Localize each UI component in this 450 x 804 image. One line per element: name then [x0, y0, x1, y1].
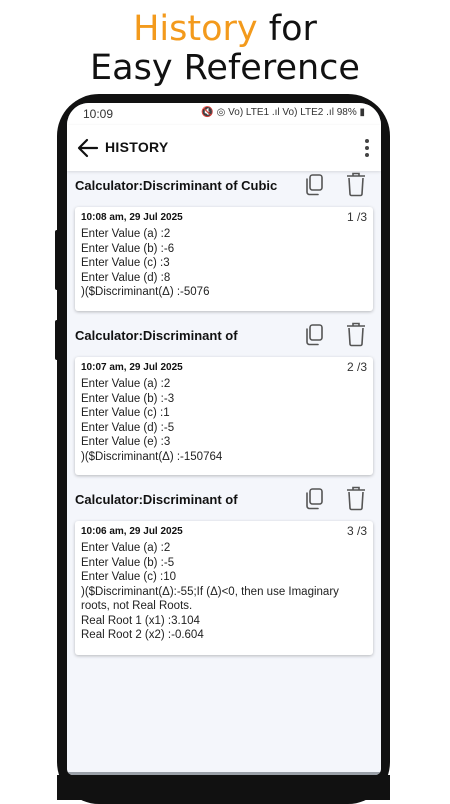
- entry-index: 1 /3: [346, 210, 367, 224]
- history-card[interactable]: 10:06 am, 29 Jul 2025 3 /3 Enter Value (…: [75, 521, 373, 655]
- entry-line: )($Discriminant(Δ):-55;If (Δ)<0, then us…: [81, 585, 343, 613]
- entry-timestamp: 10:07 am, 29 Jul 2025: [81, 362, 183, 373]
- entry-line: Enter Value (c) :3: [81, 257, 170, 269]
- entry-line: Enter Value (a) :2: [81, 228, 171, 240]
- promo-heading: History for Easy Reference: [0, 10, 450, 88]
- copy-icon[interactable]: [303, 323, 325, 347]
- copy-icon[interactable]: [303, 487, 325, 511]
- entry-line: Enter Value (d) :-5: [81, 421, 175, 434]
- entry-line: Enter Value (a) :2: [81, 378, 171, 390]
- entry-lines: Enter Value (a) :2 Enter Value (b) :-3 E…: [81, 377, 367, 464]
- entry-lines: Enter Value (a) :2 Enter Value (b) :-5 E…: [81, 541, 367, 643]
- status-icons: 🔇 ◎ Vo) LTE1 .ıl Vo) LTE2 .ıl 98% ▮: [201, 107, 365, 118]
- history-entry-header: Calculator:Discriminant of: [67, 481, 381, 521]
- entry-line: Enter Value (c) :1: [81, 407, 170, 419]
- entry-timestamp: 10:06 am, 29 Jul 2025: [81, 526, 183, 537]
- status-bar: 10:09 🔇 ◎ Vo) LTE1 .ıl Vo) LTE2 .ıl 98% …: [67, 103, 381, 125]
- history-card[interactable]: 10:08 am, 29 Jul 2025 1 /3 Enter Value (…: [75, 207, 373, 311]
- entry-line: Real Root 2 (x2) :-0.604: [81, 629, 204, 641]
- entry-line: Enter Value (b) :-3: [81, 392, 175, 405]
- entry-line: Enter Value (b) :-6: [81, 242, 175, 255]
- entry-line: )($Discriminant(Δ) :-5076: [81, 286, 210, 298]
- status-time: 10:09: [83, 107, 114, 121]
- promo-highlight: History: [133, 9, 258, 49]
- app-bar: HISTORY: [67, 125, 381, 171]
- entry-line: )($Discriminant(Δ) :-150764: [81, 450, 223, 463]
- entry-index: 3 /3: [346, 524, 367, 538]
- entry-index: 2 /3: [346, 360, 367, 374]
- trash-icon[interactable]: [345, 485, 367, 511]
- entry-line: Enter Value (c) :10: [81, 571, 177, 583]
- page-title: HISTORY: [105, 139, 169, 155]
- entry-timestamp: 10:08 am, 29 Jul 2025: [81, 212, 183, 223]
- entry-line: Real Root 1 (x1) :3.104: [81, 614, 200, 627]
- entry-title: Calculator:Discriminant of: [75, 492, 238, 507]
- app-screen: 10:09 🔇 ◎ Vo) LTE1 .ıl Vo) LTE2 .ıl 98% …: [67, 103, 381, 775]
- entry-line: Enter Value (e) :3: [81, 436, 171, 448]
- entry-lines: Enter Value (a) :2 Enter Value (b) :-6 E…: [81, 227, 367, 300]
- copy-icon[interactable]: [303, 173, 325, 197]
- history-card[interactable]: 10:07 am, 29 Jul 2025 2 /3 Enter Value (…: [75, 357, 373, 475]
- more-vert-icon[interactable]: [363, 137, 371, 159]
- phone-side-button: [55, 230, 59, 290]
- entry-line: Enter Value (b) :-5: [81, 556, 175, 569]
- trash-icon[interactable]: [345, 321, 367, 347]
- promo-title-rest: for: [257, 9, 317, 49]
- history-entry-header: Calculator:Discriminant of Cubic: [67, 167, 381, 207]
- phone-side-button: [55, 320, 59, 360]
- history-entry-header: Calculator:Discriminant of: [67, 317, 381, 357]
- entry-title: Calculator:Discriminant of: [75, 328, 238, 343]
- entry-line: Enter Value (a) :2: [81, 542, 171, 554]
- trash-icon[interactable]: [345, 171, 367, 197]
- entry-title: Calculator:Discriminant of Cubic: [75, 178, 278, 193]
- phone-bottom-bezel: [57, 775, 390, 800]
- entry-line: Enter Value (d) :8: [81, 271, 171, 284]
- promo-subtitle: Easy Reference: [90, 48, 360, 88]
- arrow-left-icon[interactable]: [77, 138, 99, 158]
